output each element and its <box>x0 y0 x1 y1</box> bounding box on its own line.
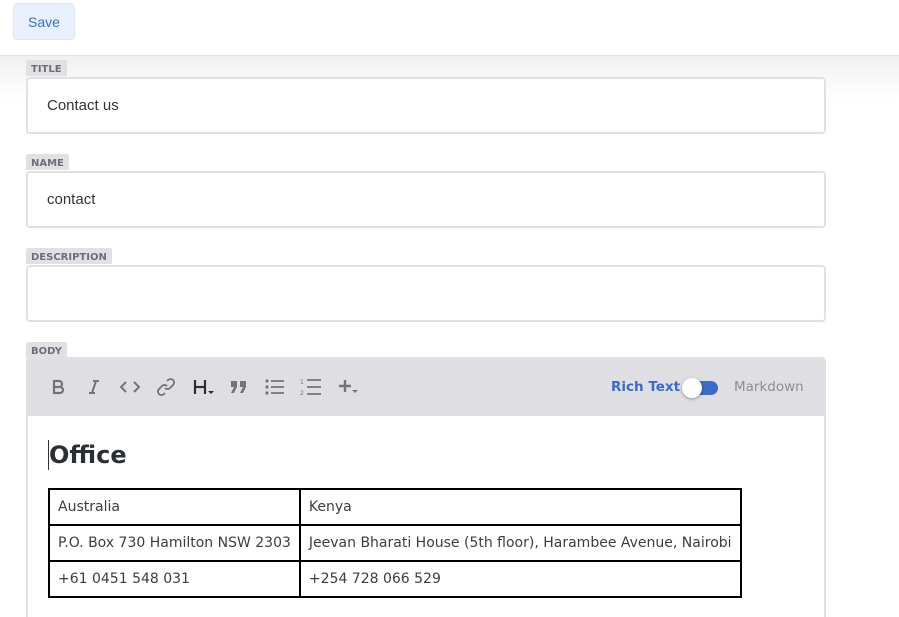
description-field: DESCRIPTION <box>26 247 826 322</box>
save-button[interactable]: Save <box>13 3 75 40</box>
italic-icon[interactable] <box>82 375 106 399</box>
table-cell[interactable]: Jeevan Bharati House (5th floor), Haramb… <box>298 524 742 562</box>
name-label: NAME <box>26 154 69 170</box>
title-label: TITLE <box>26 60 67 76</box>
name-field: NAME <box>26 153 826 228</box>
table-row: +61 0451 548 031 +254 728 066 529 <box>48 560 742 598</box>
toggle-knob <box>682 378 702 398</box>
bulleted-list-icon[interactable] <box>263 375 287 399</box>
title-input[interactable] <box>26 77 826 134</box>
table-row: Australia Kenya <box>48 488 742 526</box>
content-heading: Office <box>48 440 127 470</box>
table-cell[interactable]: P.O. Box 730 Hamilton NSW 2303 <box>48 524 301 562</box>
top-bar: Save <box>0 0 899 56</box>
description-label: DESCRIPTION <box>26 248 112 264</box>
rich-text-mode-label[interactable]: Rich Text <box>611 379 680 395</box>
body-label: BODY <box>26 342 67 358</box>
description-input[interactable] <box>26 265 826 322</box>
heading-icon[interactable] <box>191 375 219 399</box>
svg-text:2: 2 <box>300 390 304 396</box>
markdown-mode-label[interactable]: Markdown <box>734 379 804 395</box>
editor-mode-toggle[interactable] <box>682 378 720 398</box>
link-icon[interactable] <box>154 375 178 399</box>
office-table: Australia Kenya P.O. Box 730 Hamilton NS… <box>48 488 742 598</box>
numbered-list-icon[interactable]: 12 <box>299 375 323 399</box>
code-icon[interactable] <box>118 375 142 399</box>
table-row: P.O. Box 730 Hamilton NSW 2303 Jeevan Bh… <box>48 524 742 562</box>
table-cell[interactable]: Kenya <box>298 488 742 526</box>
add-icon[interactable] <box>335 375 363 399</box>
table-cell[interactable]: Australia <box>48 488 301 526</box>
title-field: TITLE <box>26 59 826 134</box>
bold-icon[interactable] <box>46 375 70 399</box>
table-cell[interactable]: +61 0451 548 031 <box>48 560 301 598</box>
body-editor: 12 Rich Text Markdown Office Australia K… <box>26 357 826 617</box>
svg-text:1: 1 <box>300 379 304 386</box>
table-cell[interactable]: +254 728 066 529 <box>298 560 742 598</box>
editor-toolbar: 12 Rich Text Markdown <box>28 359 824 416</box>
name-input[interactable] <box>26 171 826 228</box>
quote-icon[interactable] <box>227 375 251 399</box>
